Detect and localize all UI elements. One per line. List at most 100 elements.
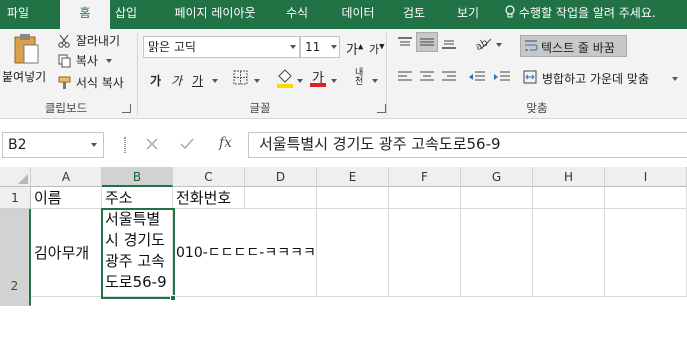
phonetic-dropdown-icon[interactable] <box>372 79 378 83</box>
cell-g1[interactable] <box>461 187 533 209</box>
cell-g2[interactable] <box>461 209 533 297</box>
cell-d2[interactable] <box>245 209 317 297</box>
format-painter-icon <box>58 76 71 89</box>
name-box-dropdown-icon[interactable] <box>91 143 97 147</box>
paste-label: 붙여넣기 <box>2 70 47 84</box>
orientation-icon[interactable]: ab <box>473 34 493 52</box>
increase-indent-icon[interactable] <box>493 70 511 84</box>
clipboard-dialog-launcher[interactable] <box>122 104 131 113</box>
merge-center-button[interactable]: 병합하고 가운데 맞춤 <box>520 67 680 89</box>
font-name-dropdown-icon[interactable] <box>290 45 296 49</box>
borders-icon[interactable] <box>233 70 249 86</box>
select-all-triangle-icon <box>18 174 28 184</box>
row-header-1[interactable]: 1 <box>0 187 31 209</box>
tab-view[interactable]: 보기 <box>452 0 484 29</box>
paste-icon <box>14 34 39 64</box>
decrease-indent-icon[interactable] <box>468 70 486 84</box>
paste-button[interactable]: 붙여넣기 <box>2 31 52 91</box>
alignment-group-label: 맞춤 <box>526 101 548 115</box>
tab-home[interactable]: 홈 <box>60 0 110 29</box>
ribbon-tab-bar: 파일 홈 삽입 페이지 레이아웃 수식 데이터 검토 보기 수행할 작업을 알려… <box>0 0 687 29</box>
font-size-value: 11 <box>305 40 321 54</box>
svg-text:ab: ab <box>474 37 490 52</box>
align-right-icon[interactable] <box>441 70 457 84</box>
font-size-dropdown-icon[interactable] <box>331 45 337 49</box>
bold-button[interactable]: 가 <box>150 72 161 89</box>
column-header-d[interactable]: D <box>245 167 317 187</box>
cell-i1[interactable] <box>605 187 687 209</box>
merge-dropdown-icon[interactable] <box>672 77 678 81</box>
cell-d1[interactable] <box>245 187 317 209</box>
row-header-2[interactable]: 2 <box>0 209 31 306</box>
shrink-font-button[interactable]: 가▼ <box>369 41 385 57</box>
cell-b2[interactable]: 서울특별 시 경기도 광주 고속 도로56-9 <box>102 209 173 297</box>
column-header-b[interactable]: B <box>102 167 173 187</box>
wrap-text-label: 텍스트 줄 바꿈 <box>541 41 615 55</box>
align-left-icon[interactable] <box>397 70 413 84</box>
align-bottom-icon[interactable] <box>441 36 457 50</box>
tab-insert[interactable]: 삽입 <box>110 0 142 29</box>
formula-bar: B2 fx 서울특별시 경기도 광주 고속도로56-9 <box>0 119 687 167</box>
insert-function-button[interactable]: fx <box>219 135 232 151</box>
grow-font-button[interactable]: 가▲ <box>346 39 363 58</box>
align-top-icon[interactable] <box>397 36 413 50</box>
underline-button[interactable]: 가 <box>192 72 203 89</box>
fill-color-icon[interactable] <box>276 68 294 88</box>
column-header-h[interactable]: H <box>533 167 605 187</box>
font-group-label: 글꼴 <box>249 101 271 115</box>
select-all-corner[interactable] <box>0 167 31 187</box>
font-name-combo[interactable]: 맑은 고딕 <box>143 36 300 58</box>
font-color-button[interactable]: 가 <box>310 67 326 87</box>
clipboard-group-label: 클립보드 <box>44 101 88 115</box>
column-header-e[interactable]: E <box>317 167 389 187</box>
cell-c1[interactable]: 전화번호 <box>173 187 245 209</box>
cancel-icon[interactable] <box>146 138 158 150</box>
align-middle-button[interactable] <box>416 32 438 52</box>
fill-handle[interactable] <box>170 295 176 301</box>
formula-input[interactable]: 서울특별시 경기도 광주 고속도로56-9 <box>248 132 687 158</box>
copy-button[interactable]: 복사 <box>58 52 112 69</box>
cell-i2[interactable] <box>605 209 687 297</box>
italic-button[interactable]: 가 <box>171 72 182 89</box>
tab-file[interactable]: 파일 <box>0 0 36 29</box>
cut-button[interactable]: 잘라내기 <box>58 32 120 49</box>
column-header-g[interactable]: G <box>461 167 533 187</box>
name-box[interactable]: B2 <box>2 132 104 158</box>
column-header-c[interactable]: C <box>173 167 245 187</box>
orientation-dropdown-icon[interactable] <box>496 43 502 47</box>
column-header-a[interactable]: A <box>31 167 102 187</box>
cell-f1[interactable] <box>389 187 461 209</box>
tab-data[interactable]: 데이터 <box>333 0 383 29</box>
format-painter-button[interactable]: 서식 복사 <box>58 74 124 91</box>
tab-review[interactable]: 검토 <box>398 0 430 29</box>
cell-a1[interactable]: 이름 <box>31 187 102 209</box>
font-dialog-launcher[interactable] <box>377 104 386 113</box>
cell-e1[interactable] <box>317 187 389 209</box>
tell-me-search[interactable]: 수행할 작업을 알려 주세요. <box>504 0 656 29</box>
cell-b2-line: 시 경기도 <box>105 231 165 249</box>
cell-b2-line: 광주 고속 <box>105 252 165 270</box>
fill-color-dropdown-icon[interactable] <box>297 79 303 83</box>
tab-formulas[interactable]: 수식 <box>281 0 313 29</box>
font-color-dropdown-icon[interactable] <box>331 79 337 83</box>
formula-bar-splitter[interactable] <box>124 137 126 153</box>
cell-f2[interactable] <box>389 209 461 297</box>
worksheet-grid: A B C D E F G H I 1 2 이름 주소 전화번호 김아무개 서울… <box>0 167 687 306</box>
cell-h1[interactable] <box>533 187 605 209</box>
cell-c2[interactable]: 010-ㄷㄷㄷㄷ-ㅋㅋㅋㅋ <box>173 209 316 297</box>
borders-dropdown-icon[interactable] <box>254 79 260 83</box>
underline-dropdown-icon[interactable] <box>212 79 218 83</box>
align-center-icon[interactable] <box>419 70 435 84</box>
enter-checkmark-icon[interactable] <box>180 138 194 150</box>
column-header-i[interactable]: I <box>605 167 687 187</box>
wrap-text-button[interactable]: 텍스트 줄 바꿈 <box>520 35 627 57</box>
cell-h2[interactable] <box>533 209 605 297</box>
phonetic-guide-button[interactable]: 내천 <box>355 69 369 87</box>
cell-b1[interactable]: 주소 <box>102 187 173 209</box>
copy-dropdown-icon[interactable] <box>105 59 112 63</box>
cell-a2[interactable]: 김아무개 <box>31 209 102 297</box>
cell-e2[interactable] <box>317 209 389 297</box>
tab-page-layout[interactable]: 페이지 레이아웃 <box>160 0 270 29</box>
column-header-f[interactable]: F <box>389 167 461 187</box>
wrap-text-icon <box>525 40 538 51</box>
